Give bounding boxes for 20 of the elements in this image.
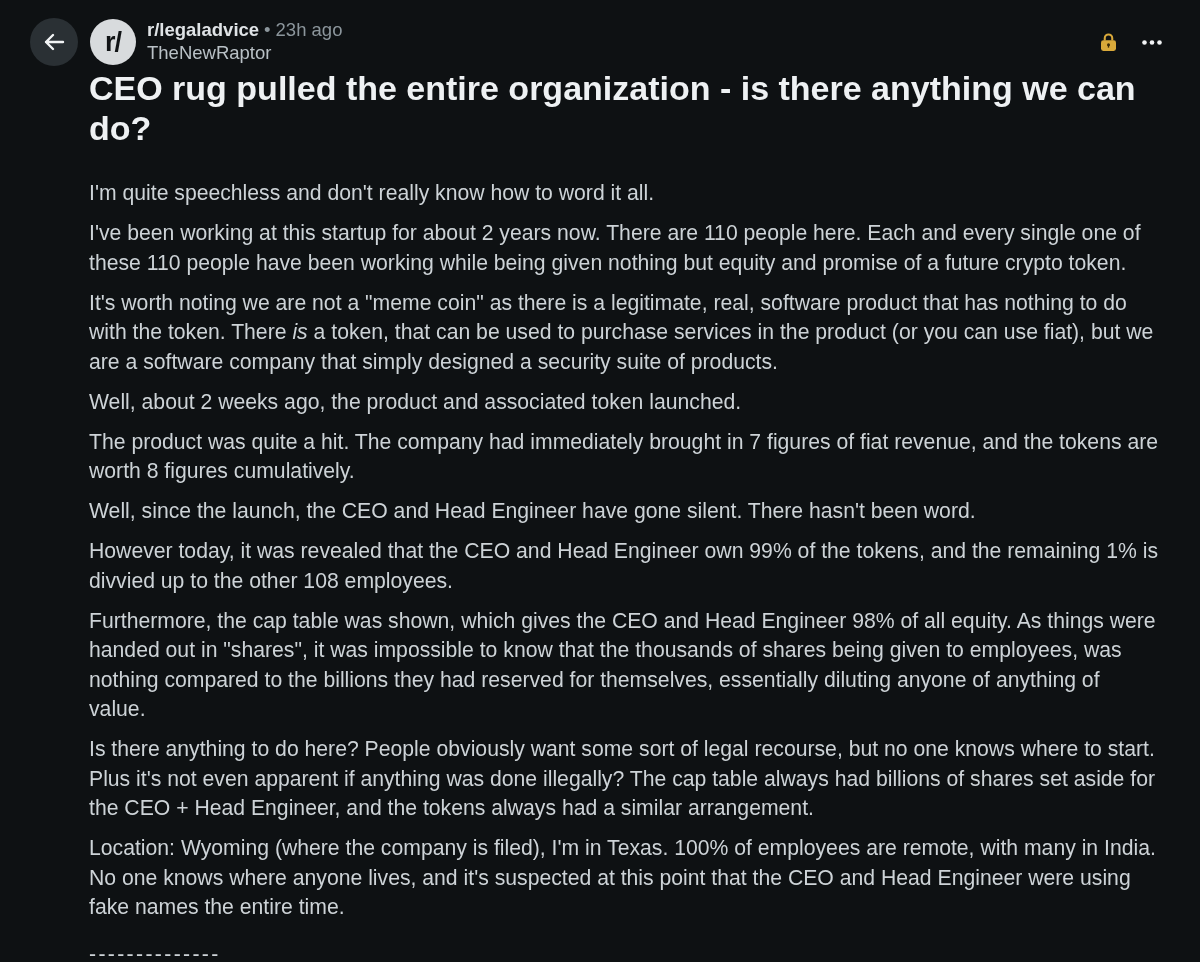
post-paragraph: The product was quite a hit. The company had immediately brought in 7 figures of fiat revenue, and the tokens are worth 8 figures cumulatively. xyxy=(89,428,1160,485)
post-paragraph: Well, about 2 weeks ago, the product and associated token launched. xyxy=(89,388,743,416)
more-icon xyxy=(1142,39,1162,45)
post-title: CEO rug pulled the entire organization - is there anything we can do? xyxy=(89,68,1137,148)
post-paragraph: Furthermore, the cap table was shown, which gives the CEO and Head Engineer 98% of all equity. As things were handed out in "shares", it was impossible to know that the thousands of shares being given to employees, was nothing compared to the billions they had reserved for themselves, essentially diluting anyone of anything of value. xyxy=(89,607,1157,722)
separator-dot: • xyxy=(264,18,271,41)
post-paragraph: I'm quite speechless and don't really know how to word it all. xyxy=(89,180,656,207)
post-time: 23h ago xyxy=(275,18,343,41)
post-paragraph: Location: Wyoming (where the company is filed), I'm in Texas. 100% of employees are remote, with many in India. No one knows where anyone lives, and it's suspected at this point that the CEO and Head Engineer were using fake names the entire time. xyxy=(89,835,1157,920)
post-paragraph: However today, it was revealed that the CEO and Head Engineer own 99% of the tokens, and the remaining 1% is divvied up to the other 108 employees. xyxy=(89,538,1160,595)
dashes-text: -------------- xyxy=(89,945,221,962)
back-arrow-icon xyxy=(43,33,65,51)
subreddit-avatar[interactable]: r/ xyxy=(90,19,136,65)
back-button[interactable] xyxy=(30,18,78,66)
post-paragraph: I've been working at this startup for about 2 years now. There are 110 people here. Each and every single one of these 110 people have been working while being given nothing but equity and promise of a future crypto token. xyxy=(89,220,1142,277)
post-paragraph: Well, since the launch, the CEO and Head Engineer have gone silent. There hasn't been word. xyxy=(89,498,977,525)
post-paragraph: Is there anything to do here? People obviously want some sort of legal recourse, but no one knows where to start. Plus it's not even apparent if anything was done illegally? The cap table always had billions of shares set aside for the CEO + Head Engineer, and the tokens always had a similar arrangement. xyxy=(89,736,1157,822)
author-link[interactable]: TheNewRaptor xyxy=(147,41,343,64)
subreddit-link[interactable]: r/legaladvice xyxy=(147,18,260,41)
post-paragraph: It's worth noting we are not a "meme coin" as there is a legitimate, real, software product that has nothing to do with the token. There is a token, that can be used to purchase services in the product (or you can use fiat), but we are a software company that simply designed a security suite of products. xyxy=(89,289,1155,376)
